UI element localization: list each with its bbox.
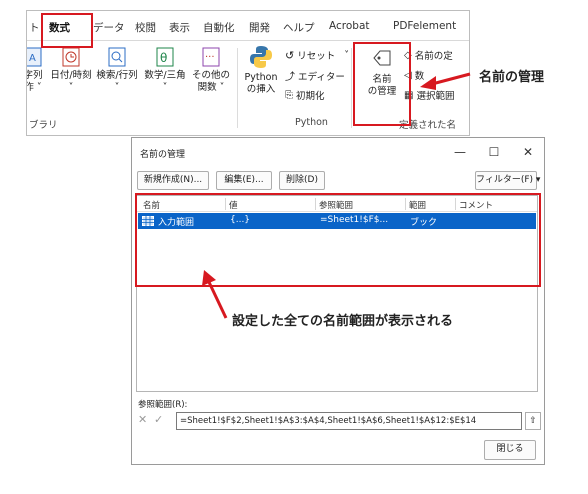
- more-functions-sub: 関数 ˅: [197, 82, 225, 93]
- python-init-label: 初期化: [296, 91, 325, 102]
- refers-to-input[interactable]: =Sheet1!$F$2,Sheet1!$A$3:$A$4,Sheet1!$A$…: [176, 412, 522, 430]
- names-list-highlight: [135, 193, 541, 287]
- python-reset-button[interactable]: ↺ リセット ˅: [285, 48, 349, 63]
- edit-name-button[interactable]: 編集(E)...: [216, 171, 272, 190]
- tab-acrobat[interactable]: Acrobat: [329, 20, 370, 32]
- lookup-function-label: 検索/行列: [96, 70, 138, 81]
- delete-name-button[interactable]: 削除(D): [279, 171, 325, 190]
- collapse-dialog-button[interactable]: ⇧: [525, 412, 541, 430]
- cancel-edit-icon[interactable]: ✕: [138, 413, 147, 426]
- svg-text:···: ···: [205, 52, 215, 63]
- python-editor-button[interactable]: ⤴ エディター: [285, 68, 345, 84]
- formulas-tab-highlight: [41, 13, 93, 48]
- python-insert-label: Python: [244, 72, 278, 83]
- lookup-function-button[interactable]: 検索/行列 ˅: [95, 46, 139, 94]
- tab-automate[interactable]: 自動化: [203, 20, 235, 35]
- confirm-edit-icon[interactable]: ✓: [154, 413, 163, 426]
- math-function-sub: ˅: [162, 82, 168, 93]
- name-manager-highlight: [353, 42, 411, 126]
- text-function-sub: 作 ˅: [26, 82, 42, 93]
- callout-up-arrow-icon: [202, 270, 228, 319]
- svg-text:θ: θ: [160, 51, 167, 65]
- python-logo-icon: [250, 46, 272, 68]
- callout-name-manager: 名前の管理: [479, 70, 545, 85]
- tab-developer[interactable]: 開発: [249, 20, 270, 35]
- group-separator: [237, 48, 238, 128]
- datetime-function-sub: ˅: [68, 82, 74, 93]
- svg-text:A: A: [29, 53, 36, 64]
- refers-to-row: ✕ ✓ =Sheet1!$F$2,Sheet1!$A$3:$A$4,Sheet1…: [138, 412, 541, 430]
- init-icon: ⎘: [285, 89, 293, 101]
- define-name-label: 名前の定: [414, 51, 453, 62]
- dialog-title: 名前の管理: [140, 150, 186, 160]
- text-function-label: 字列: [27, 70, 43, 81]
- python-insert-button[interactable]: Python の挿入: [241, 44, 281, 96]
- tab-pdfelement[interactable]: PDFelement: [393, 20, 456, 32]
- refers-to-label: 参照範囲(R):: [138, 400, 188, 410]
- dialog-titlebar: 名前の管理 — ☐ ✕: [132, 138, 544, 166]
- magnifier-icon: [108, 47, 126, 67]
- tab-review[interactable]: 校閲: [135, 20, 156, 35]
- python-insert-sub: の挿入: [246, 84, 276, 95]
- define-name-button[interactable]: ◇ 名前の定: [404, 48, 453, 63]
- callout-all-ranges: 設定した全ての名前範囲が表示される: [232, 314, 454, 329]
- minimize-button[interactable]: —: [448, 142, 472, 162]
- group-separator: [351, 48, 352, 128]
- close-dialog-button[interactable]: 閉じる: [484, 440, 536, 460]
- datetime-function-label: 日付/時刻: [50, 70, 92, 81]
- tab-view[interactable]: 表示: [169, 20, 190, 35]
- more-functions-label: その他の: [191, 70, 230, 81]
- editor-icon: ⤴: [285, 72, 295, 83]
- tab-help[interactable]: ヘルプ: [283, 20, 315, 35]
- ribbon-tab-bar: ト 数式 データ 校閲 表示 自動化 開発 ヘルプ Acrobat PDFele…: [27, 11, 469, 41]
- datetime-function-button[interactable]: 日付/時刻 ˅: [49, 46, 93, 94]
- chevron-down-icon: ˅: [344, 49, 349, 61]
- more-functions-button[interactable]: ··· その他の 関数 ˅: [189, 46, 233, 94]
- more-functions-icon: ···: [202, 47, 220, 67]
- python-group-label: Python: [295, 117, 328, 128]
- name-manager-dialog: 名前の管理 — ☐ ✕ 新規作成(N)... 編集(E)... 削除(D) フィ…: [131, 137, 545, 465]
- python-editor-label: エディター: [298, 71, 345, 83]
- reset-icon: ↺: [285, 48, 295, 62]
- callout-arrow-icon: [420, 72, 471, 90]
- lookup-function-sub: ˅: [114, 82, 120, 93]
- math-function-button[interactable]: θ 数学/三角 ˅: [143, 46, 187, 94]
- math-function-label: 数学/三角: [144, 70, 186, 81]
- tab-insert-partial[interactable]: ト: [29, 20, 40, 35]
- python-reset-label: リセット: [297, 51, 336, 62]
- maximize-button[interactable]: ☐: [482, 142, 506, 162]
- clock-icon: [62, 47, 80, 67]
- python-init-button[interactable]: ⎘ 初期化: [285, 88, 325, 103]
- close-window-button[interactable]: ✕: [516, 142, 540, 162]
- text-function-button[interactable]: A 字列 作 ˅: [26, 46, 45, 94]
- new-name-button[interactable]: 新規作成(N)...: [137, 171, 209, 190]
- tab-data[interactable]: データ: [93, 20, 125, 35]
- filter-dropdown[interactable]: フィルター(F) ▾: [475, 171, 540, 190]
- upload-arrow-icon: ⇧: [529, 416, 537, 426]
- theta-icon: θ: [156, 47, 174, 67]
- library-group-label: ブラリ: [29, 120, 58, 131]
- text-function-icon: A: [27, 47, 42, 67]
